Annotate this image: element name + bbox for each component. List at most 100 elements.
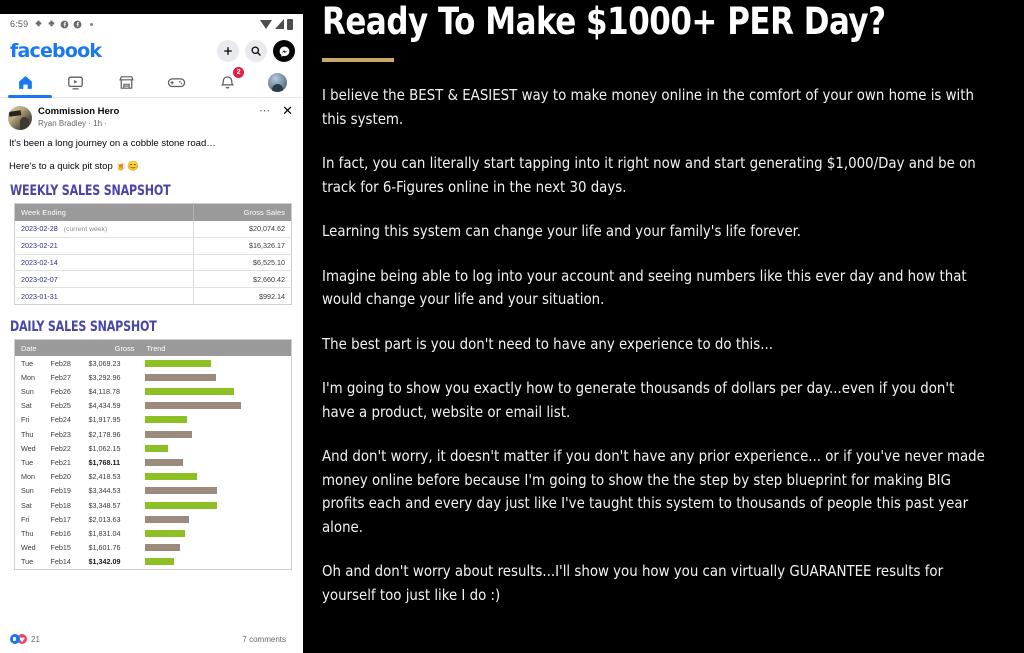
- copy-paragraph: Imagine being able to log into your acco…: [322, 266, 967, 309]
- column-header-week-ending: Week Ending: [14, 203, 194, 221]
- daily-gross-value: $3,069.23: [88, 358, 121, 368]
- daily-trend-cell: [141, 413, 292, 427]
- trend-bar: [144, 373, 216, 381]
- avatar: [268, 73, 288, 92]
- post-header: Commission Hero Ryan Bradley · 1h · ⋯ ✕: [0, 98, 303, 130]
- daily-trend-cell: [141, 526, 292, 540]
- daily-day-of-week: Wed: [21, 443, 36, 453]
- post-footer: 21 7 comments: [0, 631, 296, 647]
- table-row: Thu Feb23 $2,178.96: [15, 427, 292, 441]
- search-icon[interactable]: [245, 40, 267, 62]
- column-header-gross: Gross: [82, 339, 141, 357]
- copy-paragraph: I'm going to show you exactly how to gen…: [322, 379, 955, 421]
- trend-bar: [144, 416, 187, 424]
- reaction-icons[interactable]: [10, 634, 27, 644]
- post-author-meta: Ryan Bradley · 1h ·: [38, 119, 107, 128]
- close-icon[interactable]: ✕: [282, 104, 293, 117]
- trend-bar: [144, 388, 234, 396]
- app-icon: [36, 20, 42, 26]
- daily-day-of-week: Sun: [21, 486, 34, 496]
- facebook-icon: [60, 20, 69, 28]
- sales-copy-panel: Ready To Make $1000+ PER Day? I believe …: [310, 0, 1024, 653]
- sidebar-item-gaming[interactable]: [153, 68, 201, 98]
- copy-paragraph: Learning this system can change your lif…: [322, 222, 802, 240]
- weekly-date-cell: 2023-02-14: [14, 254, 194, 272]
- table-header-row: Week Ending Gross Sales: [14, 203, 292, 221]
- post-tools: ⋯ ✕: [259, 104, 295, 117]
- table-row: 2023-02-21 $16,326.17: [14, 237, 292, 255]
- daily-gross-value: $4,118.78: [88, 387, 120, 397]
- status-bar-app-icons: [34, 20, 94, 29]
- page-avatar[interactable]: [8, 106, 32, 130]
- weekly-date-cell: 2023-01-31: [15, 288, 194, 305]
- table-row: Mon Feb27 $3,292.96: [15, 370, 292, 384]
- week-ending-value: 2023-02-21: [21, 241, 58, 251]
- trend-bar: [144, 459, 183, 466]
- sidebar-item-home[interactable]: [1, 68, 53, 98]
- weekly-gross-sales-value: $992.14: [192, 287, 292, 305]
- column-header-trend: Trend: [140, 339, 292, 357]
- trend-bar: [144, 473, 197, 481]
- daily-gross-value: $1,062.15: [88, 443, 121, 453]
- table-row: Sat Feb25 $4,434.59: [15, 399, 292, 413]
- trend-bar: [144, 544, 180, 552]
- sales-report-image: WEEKLY SALES SNAPSHOT Week Ending Gross …: [0, 183, 303, 570]
- daily-trend-cell: [141, 498, 292, 512]
- notifications-badge: 2: [233, 66, 245, 78]
- daily-day-of-week: Tue: [21, 358, 34, 368]
- sidebar-item-notifications[interactable]: 2: [203, 66, 251, 98]
- weekly-gross-sales-value: $2,660.42: [192, 270, 292, 289]
- messenger-icon[interactable]: [273, 40, 295, 62]
- trend-bar: [144, 501, 217, 509]
- weekly-gross-sales-value: $16,326.17: [192, 237, 292, 255]
- daily-day-of-week: Fri: [21, 514, 30, 524]
- sidebar-item-video[interactable]: [52, 68, 100, 98]
- weekly-gross-sales-value: $20,074.62: [192, 221, 292, 238]
- daily-day-of-week: Mon: [21, 372, 35, 382]
- copy-paragraph-list: I believe the BEST & EASIEST way to make…: [322, 84, 1012, 607]
- sidebar-item-profile[interactable]: [254, 68, 302, 98]
- daily-day-of-week: Tue: [21, 557, 34, 567]
- page-name[interactable]: Commission Hero: [38, 106, 119, 118]
- copy-paragraph: The best part is you don't need to have …: [322, 334, 773, 353]
- facebook-icon: [73, 20, 82, 28]
- daily-date: Feb25: [50, 401, 71, 411]
- trend-bar: [144, 558, 174, 566]
- weekly-snapshot-title: WEEKLY SALES SNAPSHOT: [10, 183, 171, 199]
- trend-bar: [144, 430, 192, 438]
- app-icon: [49, 20, 55, 26]
- plus-icon[interactable]: [217, 40, 239, 62]
- trend-bar: [144, 359, 211, 367]
- column-header-date: Date: [14, 339, 83, 357]
- weekly-sales-table: Week Ending Gross Sales 2023-02-28 (curre…: [14, 203, 292, 305]
- daily-date: Feb28: [50, 358, 71, 368]
- more-options-icon[interactable]: ⋯: [259, 106, 271, 117]
- page-title: Ready To Make $1000+ PER Day?: [322, 0, 886, 43]
- active-tab-underline: [8, 95, 53, 98]
- trend-bar: [144, 487, 217, 495]
- daily-date: Feb26: [50, 387, 71, 397]
- daily-day-of-week: Tue: [21, 458, 34, 467]
- table-row: Fri Feb17 $2,013.63: [15, 512, 292, 526]
- daily-date: Feb17: [50, 514, 71, 524]
- trend-bar: [144, 402, 241, 410]
- daily-date: Feb18: [50, 500, 71, 510]
- phone-screenshot-panel: 6:59 facebook 2 Commission Hero Ryan Bra…: [0, 0, 310, 653]
- comments-count[interactable]: 7 comments: [242, 635, 286, 644]
- daily-trend-cell: [141, 441, 292, 455]
- table-row: Sun Feb26 $4,118.78: [15, 384, 292, 398]
- signal-icon: [275, 19, 284, 29]
- post-text-line: It's been a long journey on a cobble sto…: [9, 138, 216, 149]
- daily-trend-cell: [141, 427, 292, 441]
- sidebar-item-marketplace[interactable]: [102, 68, 150, 98]
- daily-date: Feb15: [50, 543, 71, 553]
- daily-date: Feb19: [50, 486, 71, 496]
- phone-screen: 6:59 facebook 2 Commission Hero Ryan Bra…: [0, 14, 303, 653]
- daily-gross-value: $1,601.76: [88, 543, 121, 553]
- daily-gross-value: $1,768.11: [88, 458, 121, 467]
- table-header-row: Date Gross Trend: [14, 339, 292, 357]
- daily-date: Feb27: [50, 372, 71, 382]
- daily-gross-value: $1,342.09: [88, 557, 121, 567]
- daily-gross-value: $2,013.63: [88, 514, 121, 524]
- daily-gross-value: $3,344.53: [88, 486, 121, 496]
